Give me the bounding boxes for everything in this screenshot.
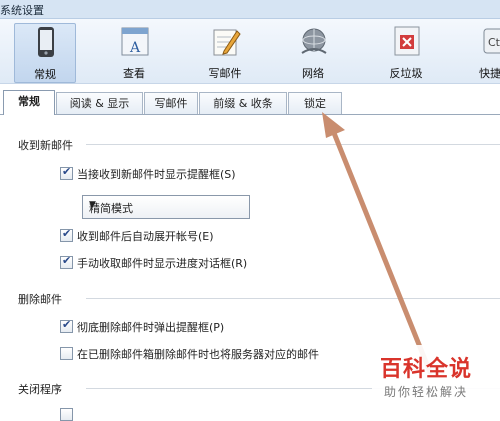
tab-prefix-receipt[interactable]: 前缀 & 收条 bbox=[199, 92, 287, 114]
tab-general[interactable]: 常规 bbox=[3, 90, 55, 115]
toolbar-view-button[interactable]: A 查看 bbox=[104, 23, 164, 81]
chevron-down-icon: ▼ bbox=[89, 200, 96, 210]
svg-text:A: A bbox=[129, 40, 141, 56]
section-divider bbox=[86, 144, 500, 145]
toolbar-compose-label: 写邮件 bbox=[208, 67, 242, 80]
manual-progress-checkbox[interactable] bbox=[60, 254, 73, 269]
tab-read-display[interactable]: 阅读 & 显示 bbox=[56, 92, 143, 114]
manual-progress-label: 手动收取邮件时显示进度对话框(R) bbox=[77, 257, 248, 270]
section-receive-title: 收到新邮件 bbox=[18, 139, 73, 152]
show-popup-label: 当接收到新邮件时显示提醒框(S) bbox=[77, 168, 236, 181]
server-delete-label: 在已删除邮件箱删除邮件时也将服务器对应的邮件 bbox=[77, 348, 319, 361]
watermark-brand: 百科全说 bbox=[380, 357, 473, 382]
svg-text:Ct: Ct bbox=[488, 36, 500, 49]
toolbar-antispam-button[interactable]: 反垃圾 bbox=[376, 23, 436, 81]
auto-expand-checkbox[interactable] bbox=[60, 227, 73, 242]
phone-icon bbox=[38, 27, 54, 57]
settings-tab-strip: 常规 阅读 & 显示 写邮件 前缀 & 收条 锁定 bbox=[0, 90, 500, 115]
toolbar-antispam-label: 反垃圾 bbox=[389, 67, 423, 80]
toolbar-general-button[interactable]: 常规 bbox=[14, 23, 76, 83]
section-delete-title: 删除邮件 bbox=[18, 293, 62, 306]
toolbar-network-label: 网络 bbox=[302, 67, 324, 80]
confirm-delete-checkbox[interactable] bbox=[60, 318, 73, 333]
settings-toolbar: 常规 A 查看 写邮件 网络 反垃圾 Ct 快捷 bbox=[0, 19, 500, 84]
popup-mode-select[interactable]: 精简模式 ▼ bbox=[82, 195, 250, 219]
toolbar-compose-button[interactable]: 写邮件 bbox=[195, 23, 255, 81]
tab-lock[interactable]: 锁定 bbox=[288, 92, 342, 114]
compose-icon bbox=[213, 29, 241, 56]
toolbar-shortcut-label: 快捷 bbox=[479, 67, 500, 80]
toolbar-view-label: 查看 bbox=[123, 67, 145, 80]
confirm-delete-label: 彻底删除邮件时弹出提醒框(P) bbox=[77, 321, 225, 334]
view-icon: A bbox=[121, 27, 149, 56]
section-close-title: 关闭程序 bbox=[18, 383, 62, 396]
tab-compose[interactable]: 写邮件 bbox=[144, 92, 198, 114]
toolbar-network-button[interactable]: 网络 bbox=[283, 23, 343, 81]
watermark-slogan: 助你轻松解决 bbox=[384, 385, 469, 399]
window-title-bar: 系统设置 bbox=[0, 0, 500, 19]
show-popup-checkbox[interactable] bbox=[60, 165, 73, 180]
shortcut-icon: Ct bbox=[483, 28, 500, 54]
antispam-icon bbox=[394, 26, 420, 56]
server-delete-checkbox[interactable] bbox=[60, 347, 73, 360]
toolbar-shortcut-button[interactable]: Ct 快捷 bbox=[466, 23, 500, 81]
toolbar-general-label: 常规 bbox=[34, 68, 56, 81]
window-title: 系统设置 bbox=[0, 4, 44, 17]
close-option-checkbox[interactable] bbox=[60, 408, 73, 421]
section-delete-mail: 删除邮件 bbox=[18, 291, 500, 307]
network-icon bbox=[301, 28, 327, 54]
section-divider bbox=[86, 298, 500, 299]
watermark-logo: 百科全说 助你轻松解决 bbox=[372, 345, 500, 411]
section-receive-new-mail: 收到新邮件 bbox=[18, 137, 500, 153]
section-close-program: 关闭程序 bbox=[18, 381, 500, 397]
auto-expand-label: 收到邮件后自动展开帐号(E) bbox=[77, 230, 214, 243]
